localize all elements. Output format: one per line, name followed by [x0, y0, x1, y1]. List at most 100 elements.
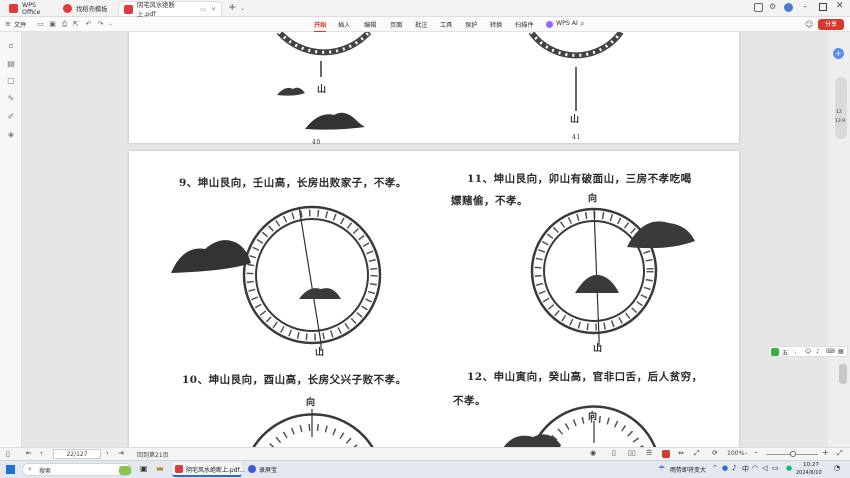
ime-emoji-icon[interactable]: ☺	[805, 348, 811, 355]
save-icon[interactable]: ▣	[48, 20, 57, 29]
tab-wps-office[interactable]: WPS Office	[4, 1, 56, 16]
text-item-12-line1: 12、申山寅向，癸山高，官非口舌，后人贫穷，	[467, 371, 703, 383]
menu-edit[interactable]: 编辑	[364, 20, 376, 29]
gear-icon[interactable]: ⚙	[769, 2, 776, 11]
volume-icon[interactable]: ◁	[762, 464, 767, 472]
scrollbar-thumb[interactable]	[839, 364, 847, 384]
undo-icon[interactable]: ↶	[84, 20, 93, 29]
notification-icon[interactable]: ◔	[834, 464, 840, 472]
add-tab-button[interactable]: +	[228, 2, 236, 13]
keyboard-icon[interactable]: ⌨	[826, 348, 835, 355]
back-to-page-link[interactable]: 回到第21页	[137, 450, 169, 459]
menu-wps-ai[interactable]: WPS AI	[556, 20, 578, 27]
file-explorer-icon[interactable]: ▬	[156, 464, 164, 473]
file-menu[interactable]: 文件	[14, 20, 26, 29]
battery-icon[interactable]: ▭	[772, 464, 779, 472]
last-page-icon[interactable]: ⇥	[118, 449, 124, 457]
layers-icon[interactable]: ◈	[6, 130, 16, 140]
tab-options-icon[interactable]: ▭	[200, 6, 206, 13]
search-icon: ⌕	[28, 465, 32, 473]
signature-icon[interactable]: ✐	[6, 112, 16, 122]
fit-width-icon[interactable]: ⇔	[678, 449, 684, 457]
menu-tools[interactable]: 工具	[440, 20, 452, 29]
attachment-icon[interactable]: ✎	[6, 94, 16, 104]
menu-protect[interactable]: 保护	[465, 20, 477, 29]
thumbnail-icon[interactable]: ▤	[6, 59, 16, 69]
weather-text[interactable]: 雨势即将变大	[670, 465, 706, 474]
next-page-icon[interactable]: ›	[106, 449, 109, 457]
taskbar-app-recorder[interactable]: 录屏宝	[246, 462, 282, 477]
first-page-icon[interactable]: ⇤	[26, 449, 32, 457]
tray-chevron-icon[interactable]: ⌃	[712, 464, 718, 472]
menu-annotate[interactable]: 批注	[415, 20, 427, 29]
close-window-icon[interactable]: ✕	[836, 1, 844, 11]
prev-page-icon[interactable]: ‹	[40, 449, 43, 457]
taskbar-app-label: 阴宅风水绝断上.pdf...	[186, 467, 245, 474]
continuous-icon[interactable]: ☰	[646, 449, 652, 457]
bluetooth-icon[interactable]: ●	[722, 464, 728, 472]
hamburger-icon[interactable]: ≡	[5, 20, 11, 28]
clock-time[interactable]: 10:27	[803, 462, 819, 468]
ime-icon[interactable]: 中	[742, 464, 749, 474]
clock-date[interactable]: 2024/6/10	[796, 470, 822, 476]
wps-logo-icon	[9, 4, 18, 13]
menu-start[interactable]: 开始	[314, 20, 327, 32]
zoom-slider-handle[interactable]	[790, 451, 796, 457]
double-page-icon[interactable]: ▯▯	[628, 449, 636, 457]
taskbar-search[interactable]: ⌕ 搜索	[22, 463, 132, 476]
fullscreen-icon[interactable]: ⤢	[837, 449, 843, 458]
wechat-icon[interactable]: ●	[786, 464, 792, 472]
sogou-ime-icon[interactable]	[771, 348, 779, 356]
add-icon[interactable]: +	[833, 48, 844, 59]
fit-page-icon[interactable]: ⤢	[694, 449, 700, 458]
share-button[interactable]: 分享	[818, 19, 844, 30]
ime-punct-icon[interactable]: ·,	[793, 348, 797, 355]
read-mode-icon[interactable]	[662, 450, 670, 458]
microphone-icon[interactable]: ♪	[816, 348, 820, 355]
page-number-value: 22/127	[66, 451, 88, 458]
zoom-in-icon[interactable]: +	[822, 448, 829, 457]
menu-insert[interactable]: 插入	[338, 20, 350, 29]
pdf-icon	[124, 4, 133, 14]
tab-pdf-document[interactable]: 阴宅风水绝断上.pdf ▭ ✕	[118, 1, 222, 18]
wifi-icon[interactable]: ◠	[752, 464, 758, 472]
page-number-input[interactable]: 22/127	[53, 449, 101, 459]
eye-icon[interactable]: ◉	[590, 449, 596, 457]
bookmark-icon[interactable]: ⌑	[6, 42, 16, 52]
document-canvas[interactable]: 山 山 40 41 9、坤山艮向，壬山高，长房出败家子，不孝。 11、坤山艮向，…	[22, 32, 828, 447]
search-icon[interactable]: ⌕	[580, 19, 584, 29]
text-item-11-line2: 嫖赌偷，不孝。	[451, 195, 528, 207]
windows-start-icon[interactable]	[6, 465, 15, 474]
task-view-icon[interactable]: ▣	[140, 464, 148, 473]
avatar[interactable]	[784, 3, 793, 12]
zoom-badge-top: 12	[836, 110, 842, 115]
maximize-icon[interactable]	[819, 3, 827, 11]
tab-template[interactable]: 找稻壳模板	[58, 1, 116, 16]
ime-mode-label[interactable]: 五	[782, 348, 788, 357]
collab-icon[interactable]: ☺	[805, 20, 813, 29]
zoom-level[interactable]: 100%	[727, 450, 744, 457]
window-layout-icon[interactable]	[754, 3, 763, 12]
zoom-slider[interactable]: 12 13.9	[835, 77, 847, 139]
zoom-out-icon[interactable]: –	[754, 448, 758, 457]
zoom-dropdown-icon[interactable]: ⌄	[744, 450, 748, 456]
export-icon[interactable]: ⇱	[71, 20, 80, 29]
search-highlight-icon	[119, 466, 131, 475]
menu-convert[interactable]: 转换	[490, 20, 502, 29]
taskbar-app-pdf[interactable]: 阴宅风水绝断上.pdf...	[172, 462, 245, 477]
minimize-icon[interactable]: –	[803, 2, 807, 11]
ime-menu-icon[interactable]: ▦	[838, 348, 844, 355]
more-icon[interactable]: ⌄	[106, 20, 115, 29]
menu-scan[interactable]: 扫描件	[515, 20, 534, 29]
single-page-icon[interactable]: ▯	[612, 449, 616, 457]
close-tab-icon[interactable]: ✕	[211, 6, 216, 13]
print-icon[interactable]: ⎙	[60, 20, 69, 29]
redo-icon[interactable]: ↷	[96, 20, 105, 29]
sidebar-toggle-icon[interactable]: ▯	[6, 450, 10, 458]
open-folder-icon[interactable]: ▭	[36, 20, 45, 29]
comment-icon[interactable]: ▢	[6, 76, 16, 86]
menu-page[interactable]: 页面	[390, 20, 402, 29]
rotate-icon[interactable]: ⟳	[712, 449, 718, 457]
microphone-icon[interactable]: ♪	[732, 464, 736, 472]
tab-dropdown-icon[interactable]: ⌄	[240, 5, 245, 12]
